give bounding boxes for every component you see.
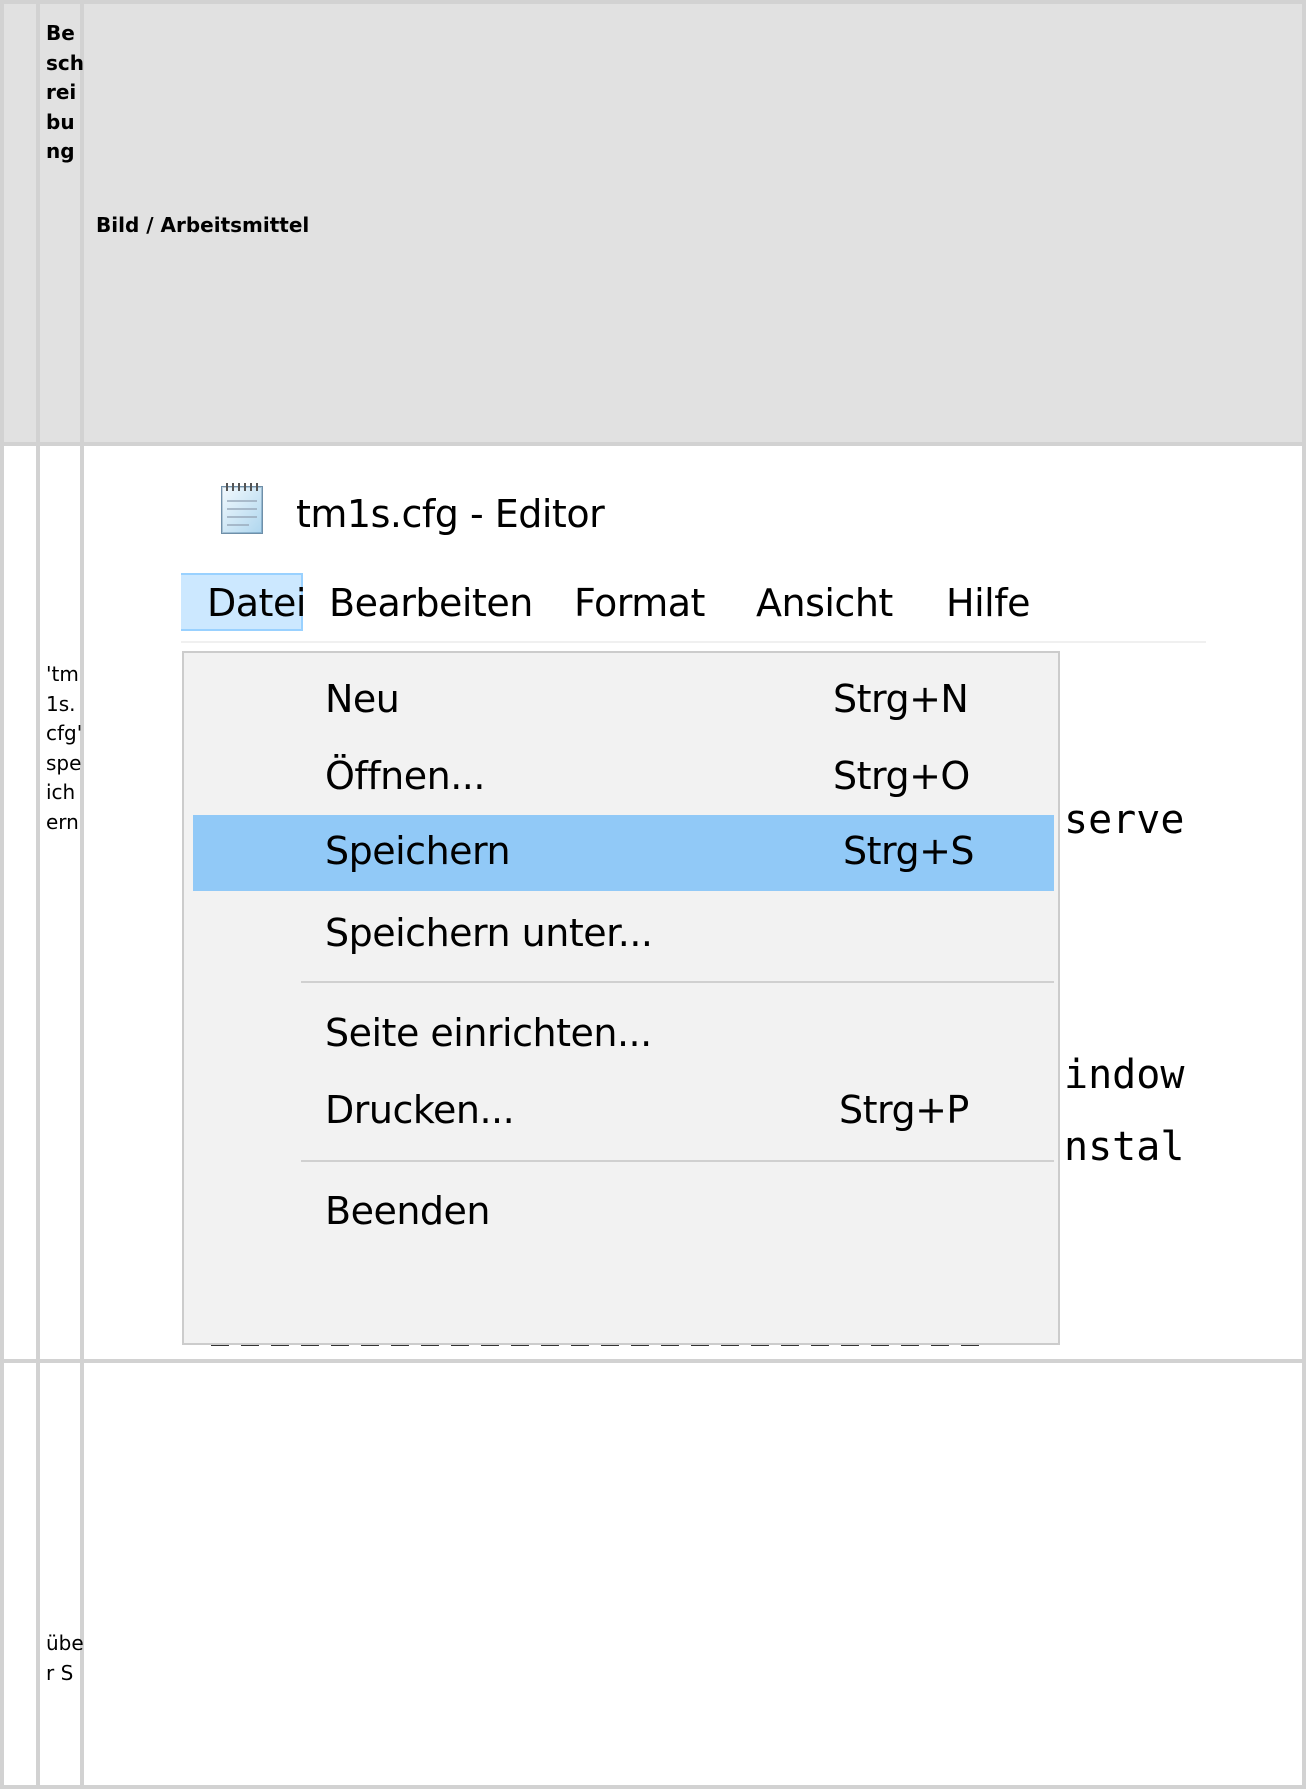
table-border-left [0, 0, 4, 1789]
menu-datei[interactable]: Datei [181, 573, 306, 631]
menu-item-label: Beenden [325, 1189, 491, 1233]
editor-text-line: serve [1064, 797, 1185, 843]
editor-text-line: nstal [1064, 1124, 1185, 1170]
header-cell-beschreibung: Beschreibung [46, 19, 86, 167]
menu-item-label: Drucken... [325, 1088, 515, 1132]
row1-description: 'tm1s.cfg' speichern [46, 660, 86, 837]
menu-item-label: Öffnen... [325, 754, 485, 798]
table-border-col1-right [80, 0, 84, 1789]
menu-separator [301, 981, 1054, 983]
menu-item-label: Speichern [325, 829, 511, 873]
window-title: tm1s.cfg - Editor [296, 492, 605, 536]
editor-titlebar: tm1s.cfg - Editor [181, 452, 1206, 562]
menu-format[interactable]: Format [574, 573, 705, 631]
table-border-right [1302, 0, 1306, 1789]
menu-hilfe[interactable]: Hilfe [946, 573, 1030, 631]
table-border-row2 [0, 1359, 1306, 1363]
header-cell-bild-arbeitsmittel: Bild / Arbeitsmittel [96, 213, 310, 237]
menu-item-speichern[interactable]: Speichern Strg+S [193, 815, 1054, 891]
table-border-col1-left [36, 0, 40, 1789]
menu-item-shortcut: Strg+S [843, 829, 975, 873]
menu-item-neu[interactable]: Neu Strg+N [193, 657, 1054, 745]
menu-item-label: Seite einrichten... [325, 1011, 652, 1055]
file-menu-dropdown: Neu Strg+N Öffnen... Strg+O Speichern St… [182, 651, 1060, 1345]
table-border-top [0, 0, 1306, 4]
row1-description-text: 'tm1s.cfg' speichern [46, 662, 83, 834]
row2-description: über S [46, 1629, 86, 1688]
menu-item-seite-einrichten[interactable]: Seite einrichten... [193, 991, 1054, 1079]
menu-item-beenden[interactable]: Beenden [193, 1169, 1054, 1257]
menu-bearbeiten[interactable]: Bearbeiten [329, 573, 533, 631]
menu-item-label: Speichern unter... [325, 911, 653, 955]
menu-item-label: Neu [325, 677, 400, 721]
notepad-icon [221, 483, 263, 534]
menu-item-shortcut: Strg+O [833, 754, 970, 798]
editor-text-line: indow [1064, 1052, 1185, 1098]
menu-ansicht[interactable]: Ansicht [756, 573, 893, 631]
menu-bar-divider [181, 641, 1206, 643]
menu-item-speichern-unter[interactable]: Speichern unter... [193, 891, 1054, 979]
editor-screenshot: tm1s.cfg - Editor Datei Bearbeiten Forma… [181, 452, 1206, 1353]
menu-bar: Datei Bearbeiten Format Ansicht Hilfe [181, 573, 1206, 631]
menu-item-drucken[interactable]: Drucken... Strg+P [193, 1068, 1054, 1156]
menu-separator [301, 1160, 1054, 1162]
row2-description-text: über S [46, 1631, 84, 1685]
menu-item-shortcut: Strg+N [833, 677, 969, 721]
menu-item-oeffnen[interactable]: Öffnen... Strg+O [193, 734, 1054, 822]
menu-item-shortcut: Strg+P [839, 1088, 969, 1132]
table-border-row1 [0, 442, 1306, 446]
table-border-bottom [0, 1785, 1306, 1789]
header-label-beschreibung: Beschreibung [46, 21, 84, 163]
